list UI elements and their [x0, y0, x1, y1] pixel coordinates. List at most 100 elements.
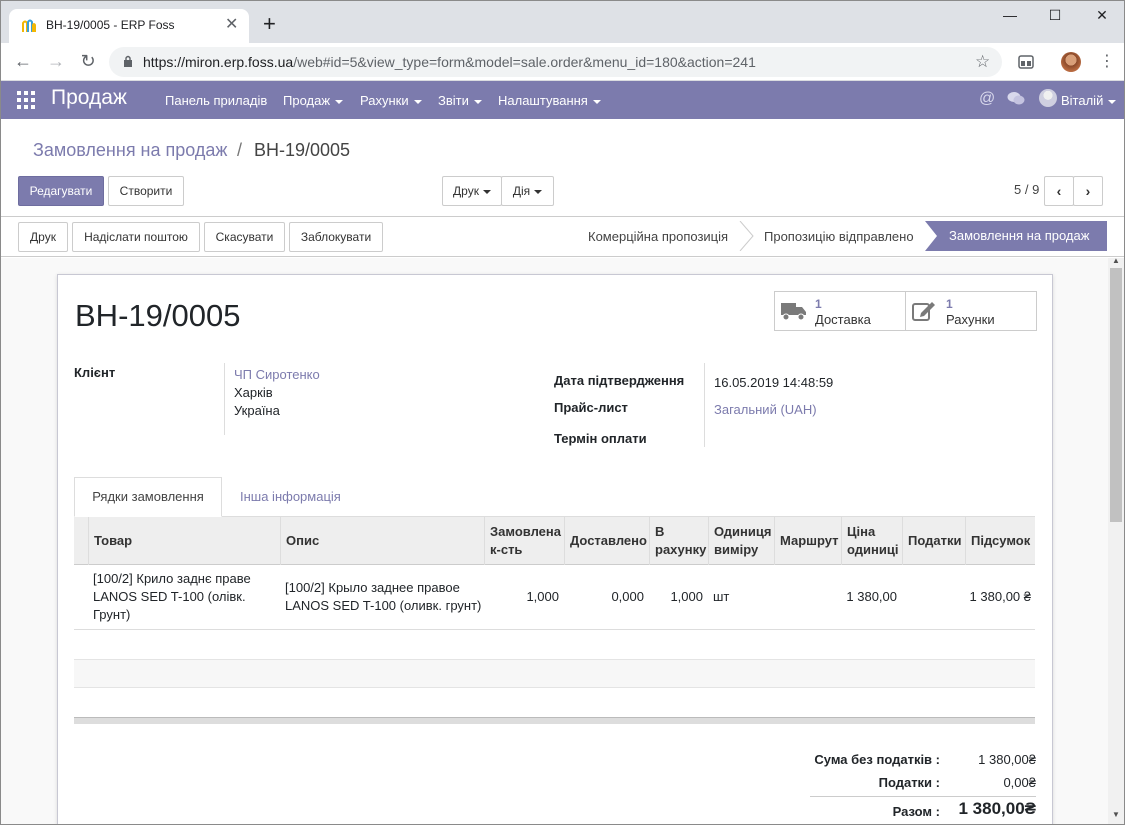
col-taxes[interactable]: Податки — [902, 517, 965, 565]
menu-reports[interactable]: Звіти — [438, 93, 482, 108]
scroll-down-icon[interactable]: ▼ — [1112, 810, 1120, 819]
menu-dashboard[interactable]: Панель приладів — [165, 93, 267, 108]
cell-price-unit: 1 380,00 — [846, 589, 897, 604]
tab-other-info[interactable]: Інша інформація — [240, 489, 341, 504]
stage-sales-order[interactable]: Замовлення на продаж — [925, 221, 1107, 251]
table-row[interactable]: [100/2] Крило заднє праве LANOS SED T-10… — [74, 565, 1035, 629]
browser-menu-icon[interactable]: ⋮ — [1099, 51, 1115, 71]
total-label: Разом : — [892, 804, 940, 819]
truck-icon — [781, 303, 806, 321]
create-button[interactable]: Створити — [108, 176, 184, 206]
window-close-icon[interactable]: ✕ — [1090, 7, 1114, 27]
forward-icon[interactable]: → — [46, 51, 66, 71]
new-tab-icon[interactable]: + — [263, 13, 276, 35]
main-navbar: Продаж Панель приладів Продаж Рахунки Зв… — [1, 81, 1124, 119]
cell-subtotal: 1 380,00 ₴ — [969, 589, 1031, 604]
user-avatar[interactable] — [1039, 89, 1057, 107]
delivery-count: 1 — [815, 297, 822, 311]
apps-grid-icon[interactable] — [17, 91, 35, 109]
total-amount: 1 380,00₴ — [958, 799, 1036, 818]
vertical-scrollbar[interactable]: ▲ ▼ — [1108, 256, 1124, 824]
stage-quotation[interactable]: Комерційна пропозиція — [588, 229, 728, 244]
reload-icon[interactable]: ↻ — [78, 51, 98, 71]
customer-name[interactable]: ЧП Сиротенко — [234, 367, 320, 382]
close-tab-icon[interactable]: ✕ — [225, 14, 238, 34]
col-invoiced[interactable]: В рахунку — [649, 517, 708, 565]
breadcrumb-parent[interactable]: Замовлення на продаж — [33, 140, 227, 161]
col-delivered[interactable]: Доставлено — [564, 517, 649, 565]
scroll-up-icon[interactable]: ▲ — [1112, 256, 1120, 265]
profile-avatar[interactable] — [1061, 52, 1081, 72]
url-path: /web#id=5&view_type=form&model=sale.orde… — [293, 54, 756, 70]
url-host: https://miron.erp.foss.ua — [143, 54, 294, 70]
pager-previous-button[interactable]: ‹ — [1044, 176, 1074, 206]
action-dropdown-label: Дія — [512, 184, 531, 198]
edit-invoice-icon — [912, 302, 935, 321]
col-route[interactable]: Маршрут — [774, 517, 841, 565]
col-qty[interactable]: Замовлена к-сть — [484, 517, 564, 565]
control-panel: Замовлення на продаж / ВН-19/0005 Редагу… — [1, 119, 1124, 217]
send-by-email-button[interactable]: Надіслати поштою — [72, 222, 200, 252]
order-name: ВН-19/0005 — [75, 298, 241, 333]
menu-invoices-label: Рахунки — [360, 93, 409, 108]
maximize-icon[interactable]: ☐ — [1043, 7, 1067, 27]
bookmark-star-icon[interactable]: ☆ — [975, 52, 990, 72]
user-name: Віталій — [1061, 93, 1104, 108]
print-dropdown-button[interactable]: Друк — [442, 176, 502, 206]
edit-button[interactable]: Редагувати — [18, 176, 104, 206]
address-bar[interactable]: https://miron.erp.foss.ua/web#id=5&view_… — [109, 47, 1002, 77]
form-statusbar: Друк Надіслати поштою Скасувати Заблокув… — [1, 217, 1124, 257]
untaxed-label: Сума без податків : — [814, 752, 940, 767]
pager-next-button[interactable]: › — [1073, 176, 1103, 206]
cell-delivered: 0,000 — [611, 589, 644, 604]
col-uom[interactable]: Одиниця виміру — [708, 517, 774, 565]
customer-country: Україна — [234, 403, 280, 418]
chat-icon[interactable] — [1007, 91, 1025, 107]
form-sheet: ВН-19/0005 1 Доставка 1 Рахунки Клієнт Ч… — [57, 274, 1053, 824]
cancel-order-button[interactable]: Скасувати — [204, 222, 285, 252]
breadcrumb-separator: / — [237, 140, 243, 160]
minimize-icon[interactable]: — — [998, 7, 1022, 27]
col-subtotal[interactable]: Підсумок — [965, 517, 1035, 565]
menu-settings[interactable]: Налаштування — [498, 93, 601, 108]
tab-order-lines[interactable]: Рядки замовлення — [74, 477, 222, 517]
taxes-label: Податки : — [878, 775, 940, 790]
order-lines-header: Товар Опис Замовлена к-сть Доставлено В … — [74, 517, 1035, 565]
user-menu[interactable]: Віталій — [1061, 93, 1116, 108]
delivery-smart-button[interactable]: 1 Доставка — [774, 291, 906, 331]
chevron-left-icon: ‹ — [1056, 183, 1062, 199]
confirm-date-label: Дата підтвердження — [554, 373, 685, 388]
activity-at-icon[interactable]: @ — [979, 90, 995, 108]
stage-quotation-sent[interactable]: Пропозицію відправлено — [764, 229, 914, 244]
invoices-count: 1 — [946, 297, 953, 311]
untaxed-amount: 1 380,00₴ — [978, 752, 1036, 767]
lock-order-button[interactable]: Заблокувати — [289, 222, 383, 252]
row-divider — [74, 629, 1035, 630]
payment-term-label: Термін оплати — [554, 431, 647, 446]
invoices-label: Рахунки — [946, 312, 995, 327]
browser-tab[interactable]: ВН-19/0005 - ERP Foss ✕ — [9, 9, 249, 43]
url-text: https://miron.erp.foss.ua/web#id=5&view_… — [143, 54, 756, 70]
stage-arrow-icon — [739, 221, 754, 251]
menu-reports-label: Звіти — [438, 93, 469, 108]
lock-icon — [124, 55, 132, 67]
cell-uom: шт — [713, 589, 730, 604]
pricelist-value[interactable]: Загальний (UAH) — [714, 402, 817, 417]
table-footer — [74, 717, 1035, 724]
menu-invoices[interactable]: Рахунки — [360, 93, 422, 108]
col-description[interactable]: Опис — [280, 517, 484, 565]
pager-value[interactable]: 5 / 9 — [1014, 182, 1039, 197]
browser-tab-title: ВН-19/0005 - ERP Foss — [46, 18, 175, 32]
invoices-smart-button[interactable]: 1 Рахунки — [905, 291, 1037, 331]
menu-sales[interactable]: Продаж — [283, 93, 343, 108]
back-icon[interactable]: ← — [13, 51, 33, 71]
col-price-unit[interactable]: Ціна одиниці — [841, 517, 902, 565]
extension-icon[interactable] — [1018, 54, 1034, 70]
chevron-right-icon: › — [1085, 183, 1091, 199]
app-title: Продаж — [51, 86, 127, 109]
scrollbar-thumb[interactable] — [1110, 268, 1122, 522]
col-product[interactable]: Товар — [88, 517, 280, 565]
print-button[interactable]: Друк — [18, 222, 68, 252]
cell-invoiced: 1,000 — [670, 589, 703, 604]
action-dropdown-button[interactable]: Дія — [501, 176, 554, 206]
